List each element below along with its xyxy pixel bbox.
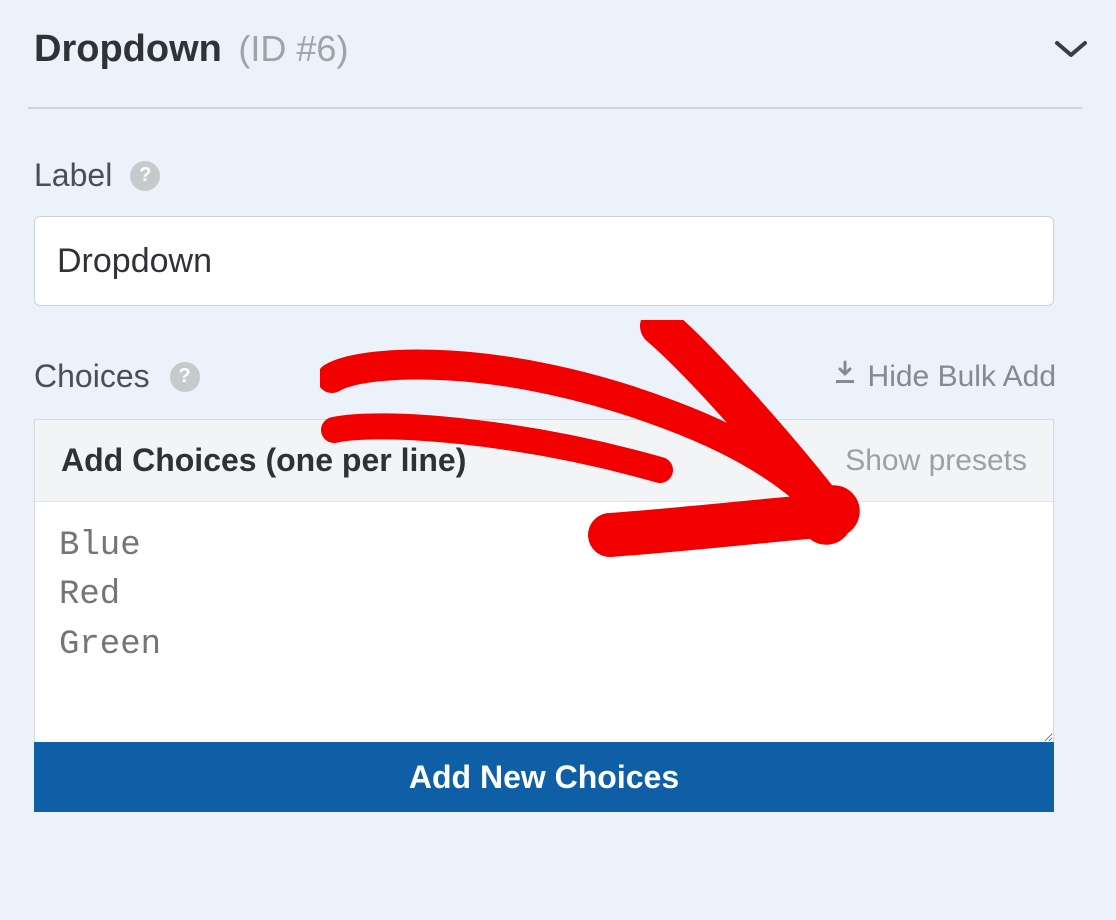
bulk-choices-textarea[interactable]	[35, 502, 1053, 742]
add-new-choices-button[interactable]: Add New Choices	[34, 742, 1054, 812]
help-icon[interactable]: ?	[130, 161, 160, 191]
field-id: (ID #6)	[238, 28, 348, 69]
label-section-header: Label ?	[34, 157, 1088, 194]
choices-section-header: Choices ? Hide Bulk Add	[34, 358, 1056, 395]
bulk-add-title: Add Choices (one per line)	[61, 442, 466, 479]
download-icon	[832, 360, 858, 394]
field-title: Dropdown (ID #6)	[34, 28, 348, 71]
bulk-add-header: Add Choices (one per line) Show presets	[35, 420, 1053, 502]
divider	[28, 107, 1082, 109]
field-title-text: Dropdown	[34, 28, 222, 70]
show-presets-link[interactable]: Show presets	[845, 444, 1027, 478]
field-panel-header[interactable]: Dropdown (ID #6)	[28, 20, 1088, 107]
choices-section-title: Choices	[34, 358, 150, 395]
hide-bulk-add-label: Hide Bulk Add	[868, 360, 1056, 394]
chevron-down-icon[interactable]	[1054, 39, 1088, 66]
help-icon[interactable]: ?	[170, 362, 200, 392]
hide-bulk-add-link[interactable]: Hide Bulk Add	[832, 360, 1056, 394]
label-input[interactable]	[34, 216, 1054, 306]
bulk-add-panel: Add Choices (one per line) Show presets	[34, 419, 1054, 742]
label-section-title: Label	[34, 157, 112, 194]
